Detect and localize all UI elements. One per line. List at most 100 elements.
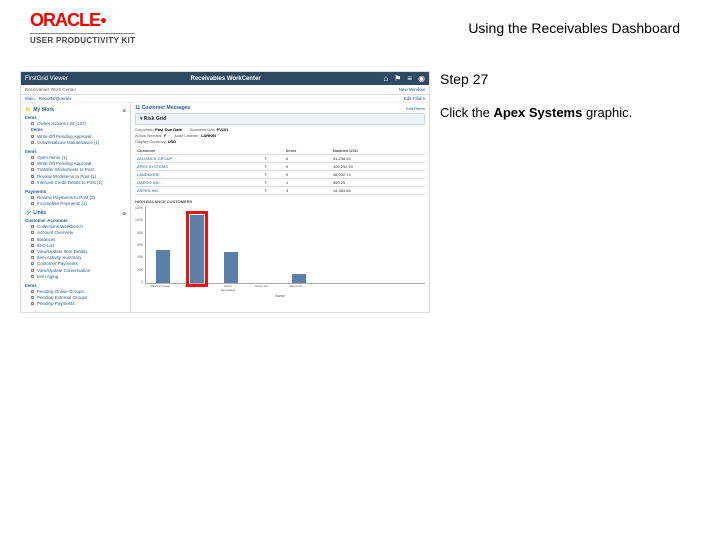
- user-icon[interactable]: ◉: [418, 74, 425, 83]
- cell-items: 3: [284, 187, 331, 195]
- checkbox-icon[interactable]: [31, 196, 34, 199]
- cell-customer[interactable]: GARCO INC.: [135, 179, 262, 187]
- cell-customer[interactable]: ALLIANCE GROUP: [135, 155, 262, 163]
- nav-link[interactable]: Write-Off Pending Approval: [37, 134, 91, 139]
- chart-x-tick: Alliance Group: [149, 284, 171, 292]
- checkbox-icon[interactable]: [31, 175, 34, 178]
- nav-section-cust: Customer Accounts: [25, 218, 126, 223]
- checkbox-icon[interactable]: [31, 202, 34, 205]
- cell-customer[interactable]: APEX SYSTEMS: [135, 163, 262, 171]
- nav-link[interactable]: Pending External Groups: [37, 295, 87, 300]
- content-title: 11 Customer Messages: [135, 105, 190, 111]
- nav-link[interactable]: Review Workitems to Post (1): [37, 174, 96, 179]
- checkbox-icon[interactable]: [31, 225, 34, 228]
- nav-link[interactable]: View/Update Item Details: [37, 249, 87, 254]
- checkbox-icon[interactable]: [31, 302, 34, 305]
- nav-section-items: Items: [25, 115, 126, 120]
- nav-link[interactable]: Incomplete Payments (1): [37, 201, 87, 206]
- mywork-header[interactable]: 📁 My Work ⚙: [25, 107, 126, 113]
- cell-flag: Y: [262, 179, 284, 187]
- cell-flag: Y: [262, 163, 284, 171]
- nav-link[interactable]: Interunit Credit Debits to Post (1): [37, 180, 103, 185]
- nav-link[interactable]: Balances: [37, 237, 56, 242]
- nav-link[interactable]: Collections Workbench: [37, 224, 83, 229]
- nav-link[interactable]: Item Aging: [37, 274, 58, 279]
- checkbox-icon[interactable]: [31, 181, 34, 184]
- chart-bar[interactable]: [220, 252, 242, 283]
- nav-link[interactable]: Write-Off Pending Approval: [37, 161, 91, 166]
- checkbox-icon[interactable]: [31, 290, 34, 293]
- menu-icon[interactable]: ≡: [407, 74, 412, 83]
- nav-item: Write-Off Pending Approval: [31, 161, 126, 166]
- checkbox-icon[interactable]: [31, 162, 34, 165]
- nav-link[interactable]: Items: [31, 127, 43, 132]
- chart-y-ticks: 120K100K80K60K40K20K0: [135, 206, 145, 284]
- cell-items: 5: [284, 171, 331, 179]
- checkbox-icon[interactable]: [31, 262, 34, 265]
- checkbox-icon[interactable]: [31, 244, 34, 247]
- nav-link[interactable]: Item Activity Summary: [37, 255, 82, 260]
- checkbox-icon[interactable]: [31, 168, 34, 171]
- nav-link[interactable]: Open Items (1): [37, 155, 67, 160]
- checkbox-icon[interactable]: [31, 231, 34, 234]
- oracle-logo: ORACLE: [30, 10, 135, 31]
- nav-item: View/Update Conversation: [31, 268, 126, 273]
- table-row[interactable]: APEX SYSTEMSY9105,292.90: [135, 163, 425, 171]
- checkbox-icon[interactable]: [31, 296, 34, 299]
- checkbox-icon[interactable]: [31, 141, 34, 144]
- flag-icon[interactable]: ⚑: [394, 74, 401, 83]
- filter-label: Audit Listener:: [174, 133, 200, 138]
- nav-link[interactable]: Item List: [37, 243, 54, 248]
- checkbox-icon[interactable]: [31, 238, 34, 241]
- checkbox-icon[interactable]: [31, 269, 34, 272]
- home-icon[interactable]: ⌂: [383, 74, 388, 83]
- chart-bar[interactable]: [152, 250, 174, 283]
- chart-x-tick: Aspen Inc.: [285, 284, 307, 292]
- link-icon: 🔗: [25, 210, 31, 216]
- nav-link[interactable]: Review Payments to Post (2): [37, 195, 95, 200]
- nav-link[interactable]: Transfer Worksheets to Post: [37, 167, 94, 172]
- links-header[interactable]: 🔗 Links ⚙: [25, 210, 126, 216]
- new-window-link[interactable]: New Window: [399, 87, 425, 92]
- checkbox-icon[interactable]: [31, 250, 34, 253]
- step-number: Step 27: [440, 71, 680, 87]
- gear-icon[interactable]: ⚙: [122, 211, 126, 216]
- chart-title: High Balance Customers: [135, 199, 425, 204]
- checkbox-icon[interactable]: [31, 256, 34, 259]
- tab-main[interactable]: Main: [25, 96, 35, 101]
- edit-filters-button[interactable]: Edit Filters: [406, 106, 425, 111]
- titlebar-left: FirstGrid Viewer: [25, 76, 68, 82]
- filter-value: Y: [163, 133, 166, 138]
- tab-reports[interactable]: Reports/Queries: [39, 96, 72, 101]
- cell-customer[interactable]: LANDMORE: [135, 171, 262, 179]
- gear-icon[interactable]: ⚙: [122, 108, 126, 113]
- table-row[interactable]: ASPEN INC.Y314,384.65: [135, 187, 425, 195]
- table-row[interactable]: LANDMOREY546,932.74: [135, 171, 425, 179]
- nav-item: Account Overview: [31, 230, 126, 235]
- checkbox-icon[interactable]: [31, 275, 34, 278]
- nav-link[interactable]: Account Overview: [37, 230, 73, 235]
- chart-bar[interactable]: [288, 274, 310, 283]
- checkbox-icon[interactable]: [31, 135, 34, 138]
- app-titlebar: FirstGrid Viewer Receivables WorkCenter …: [21, 72, 429, 85]
- titlebar-center: Receivables WorkCenter: [190, 76, 260, 82]
- checkbox-icon[interactable]: [31, 156, 34, 159]
- nav-link[interactable]: Owner Actions List (127): [37, 121, 86, 126]
- cell-balance: 105,292.90: [331, 163, 425, 171]
- nav-link[interactable]: Pending Online Groups: [37, 289, 84, 294]
- edit-filters-link[interactable]: Edit Filters: [404, 96, 425, 101]
- table-row[interactable]: GARCO INC.Y1359.25: [135, 179, 425, 187]
- accordion-risk-grid[interactable]: ▾ Risk Grid: [135, 113, 425, 125]
- nav-item: Item Aging: [31, 274, 126, 279]
- table-row[interactable]: ALLIANCE GROUPY651,238.53: [135, 155, 425, 163]
- nav-link[interactable]: Conversations Maintenance (1): [37, 140, 100, 145]
- customer-table: Customer Items Balance USD ALLIANCE GROU…: [135, 147, 425, 195]
- mywork-label: My Work: [33, 107, 54, 113]
- nav-item: Incomplete Payments (1): [31, 201, 126, 206]
- chart-bar-apex-systems[interactable]: [186, 215, 208, 283]
- nav-link[interactable]: Pending Payments: [37, 301, 75, 306]
- checkbox-icon[interactable]: [31, 122, 34, 125]
- nav-link[interactable]: Customer Payments: [37, 261, 78, 266]
- nav-link[interactable]: View/Update Conversation: [37, 268, 90, 273]
- cell-customer[interactable]: ASPEN INC.: [135, 187, 262, 195]
